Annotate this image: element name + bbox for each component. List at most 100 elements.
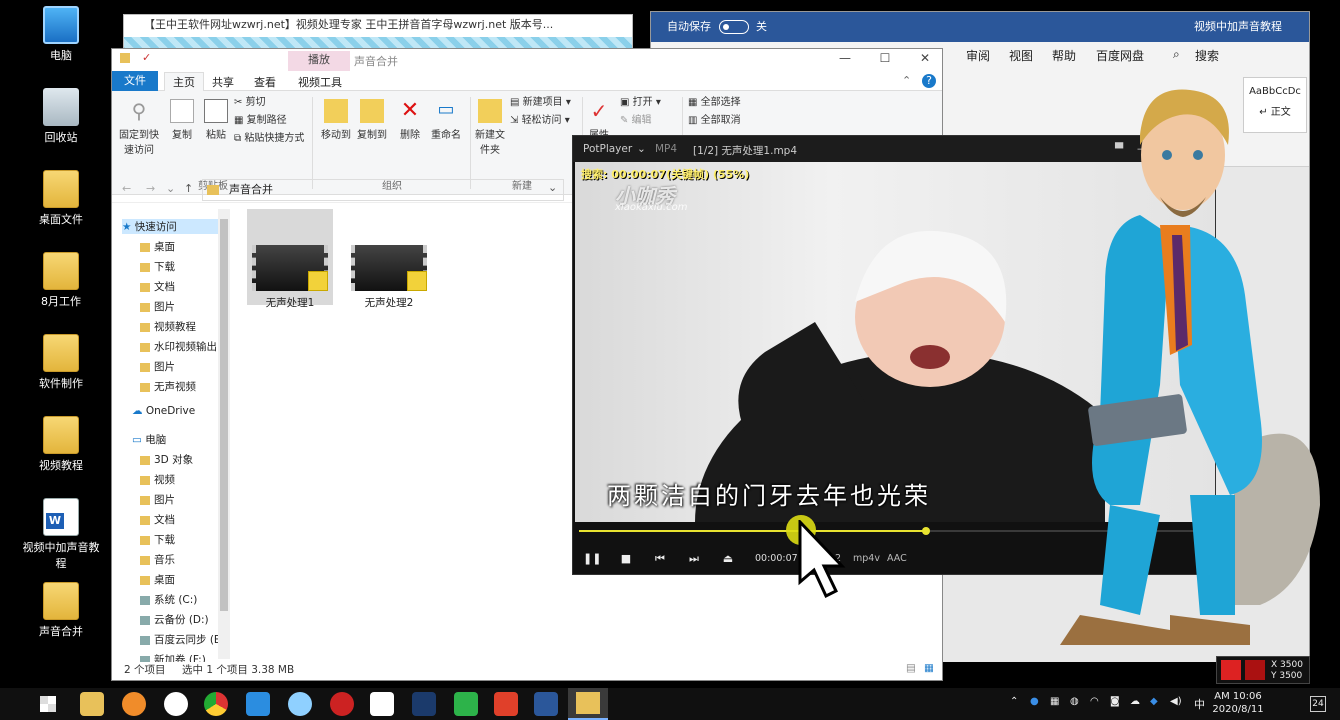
nav-scrollbar[interactable] [218,209,230,659]
tray-app-icon[interactable]: ▦ [1050,696,1059,707]
new-item-button[interactable]: ▤ 新建项目 ▾ [510,93,571,108]
tab-view[interactable]: 查看 [254,74,276,90]
clock[interactable]: AM 10:06 2020/8/11 [1208,690,1268,716]
tab-file[interactable]: 文件 [112,71,158,91]
desktop-icon-folder[interactable]: 桌面文件 [22,170,100,227]
desktop-icon-computer[interactable]: 电脑 [22,6,100,63]
word-search[interactable]: 搜索 [1195,47,1219,64]
nav-item-3d-objects[interactable]: 3D 对象 [140,452,193,467]
pin-button[interactable]: ⚲ 固定到快速访问 [116,99,162,156]
stop-icon[interactable]: ■ [617,550,635,568]
nav-item-videos[interactable]: 视频 [140,472,175,487]
eject-icon[interactable]: ⏏ [719,550,737,568]
ime-indicator[interactable]: 中 [1194,696,1205,712]
chevron-down-icon[interactable]: ⌄ [637,143,646,155]
select-none-button[interactable]: ▥ 全部取消 [688,111,741,126]
delete-button[interactable]: ✕ 删除 [394,99,426,142]
desktop-icon-folder[interactable]: 声音合并 [22,582,100,639]
nav-drive-e[interactable]: 百度云同步 (E: [140,632,224,647]
app-taskbar-icon[interactable] [164,692,188,716]
chevron-up-icon[interactable]: ⌃ [902,74,911,87]
select-all-button[interactable]: ▦ 全部选择 [688,93,741,108]
seek-handle[interactable] [921,527,930,535]
file-explorer-taskbar-icon[interactable] [80,692,104,716]
easy-access-button[interactable]: ⇲ 轻松访问 ▾ [510,111,570,126]
nav-item-downloads-2[interactable]: 下载 [140,532,175,547]
tab-share[interactable]: 共享 [212,74,234,90]
forward-icon[interactable]: → [146,182,155,195]
copy-path-button[interactable]: ▦ 复制路径 [234,111,287,126]
pause-icon[interactable]: ❚❚ [583,550,601,568]
copy-button[interactable]: 复制 [166,99,198,141]
chevron-up-icon[interactable]: ⌃ [1010,696,1018,707]
nav-onedrive[interactable]: ☁ OneDrive [132,405,195,417]
nav-item-desktop[interactable]: 桌面 [140,239,175,254]
app-taskbar-icon[interactable] [494,692,518,716]
nav-item-silent-videos[interactable]: 无声视频 [140,379,196,394]
details-view-icon[interactable]: ▤ [906,662,916,674]
menu-view[interactable]: 视图 [1009,47,1033,64]
nav-item-pictures-2[interactable]: 图片 [140,359,175,374]
desktop-icon-word-doc[interactable]: 视频中加声音教程 [22,498,100,571]
tab-play[interactable]: 播放 [288,51,350,71]
player-app-name[interactable]: PotPlayer [583,143,632,155]
nav-item-documents[interactable]: 文档 [140,279,175,294]
nav-item-documents-2[interactable]: 文档 [140,512,175,527]
rename-button[interactable]: ▭ 重命名 [426,99,466,141]
tray-app-icon[interactable]: ◍ [1070,696,1079,707]
address-bar[interactable]: 声音合并 [202,179,564,201]
word-icon[interactable] [534,692,558,716]
tiles-view-icon[interactable]: ▦ [924,662,934,674]
menu-baidu-netdisk[interactable]: 百度网盘 [1096,47,1144,64]
tray-app-icon[interactable]: ☁ [1130,696,1140,707]
file-item[interactable]: 无声处理2 [346,209,432,309]
nav-item-pictures[interactable]: 图片 [140,299,175,314]
file-item[interactable]: 无声处理1 [247,209,333,309]
tray-app-icon[interactable]: ◆ [1150,696,1158,707]
help-icon[interactable]: ? [922,74,936,88]
wifi-icon[interactable]: ◠ [1090,696,1099,707]
desktop-icon-folder[interactable]: 视频教程 [22,416,100,473]
cut-button[interactable]: ✂ 剪切 [234,93,266,108]
move-to-button[interactable]: 移动到 [316,99,356,141]
camtasia-icon[interactable] [454,692,478,716]
nav-this-pc[interactable]: ▭ 电脑 [132,432,166,447]
new-folder-button[interactable]: 新建文件夹 [472,99,508,156]
tab-home[interactable]: 主页 [164,72,204,91]
next-icon[interactable]: ⏭ [685,550,703,568]
nav-quick-access[interactable]: ★ 快速访问 [122,219,218,234]
paste-shortcut-button[interactable]: ⧉ 粘贴快捷方式 [234,129,304,144]
netease-music-icon[interactable] [330,692,354,716]
windows-start-icon[interactable] [40,696,56,712]
paste-button[interactable]: 粘贴 [200,99,232,141]
nav-item-watermark-output[interactable]: 水印视频输出 [140,339,217,354]
menu-help[interactable]: 帮助 [1052,47,1076,64]
nav-item-desktop-2[interactable]: 桌面 [140,572,175,587]
open-button[interactable]: ▣ 打开 ▾ [620,93,661,108]
chevron-down-icon[interactable]: ⌄ [166,182,175,195]
tray-app-icon[interactable]: ◙ [1110,696,1120,707]
chrome-icon[interactable] [204,692,228,716]
tab-video-tools[interactable]: 视频工具 [298,74,342,90]
close-icon[interactable]: ✕ [910,51,940,65]
nav-drive-c[interactable]: 系统 (C:) [140,592,197,607]
notification-icon[interactable]: 24 [1310,696,1326,712]
app-taskbar-icon[interactable] [370,692,394,716]
minimize-icon[interactable]: — [830,51,860,65]
up-arrow-icon[interactable]: ↑ [184,182,193,195]
nav-item-downloads[interactable]: 下载 [140,259,175,274]
active-app-highlight[interactable] [568,688,608,720]
nav-item-music[interactable]: 音乐 [140,552,175,567]
autosave-toggle[interactable] [718,20,749,34]
app-taskbar-icon[interactable] [122,692,146,716]
desktop-icon-recycle-bin[interactable]: 回收站 [22,88,100,145]
desktop-icon-folder[interactable]: 软件制作 [22,334,100,391]
desktop-icon-folder[interactable]: 8月工作 [22,252,100,309]
app-taskbar-icon[interactable] [288,692,312,716]
tray-app-icon[interactable]: ● [1030,696,1039,707]
nav-item-pictures-3[interactable]: 图片 [140,492,175,507]
scrollbar-thumb[interactable] [220,219,228,611]
back-icon[interactable]: ← [122,182,131,195]
maximize-icon[interactable]: ☐ [870,51,900,65]
edit-button[interactable]: ✎ 编辑 [620,111,652,126]
